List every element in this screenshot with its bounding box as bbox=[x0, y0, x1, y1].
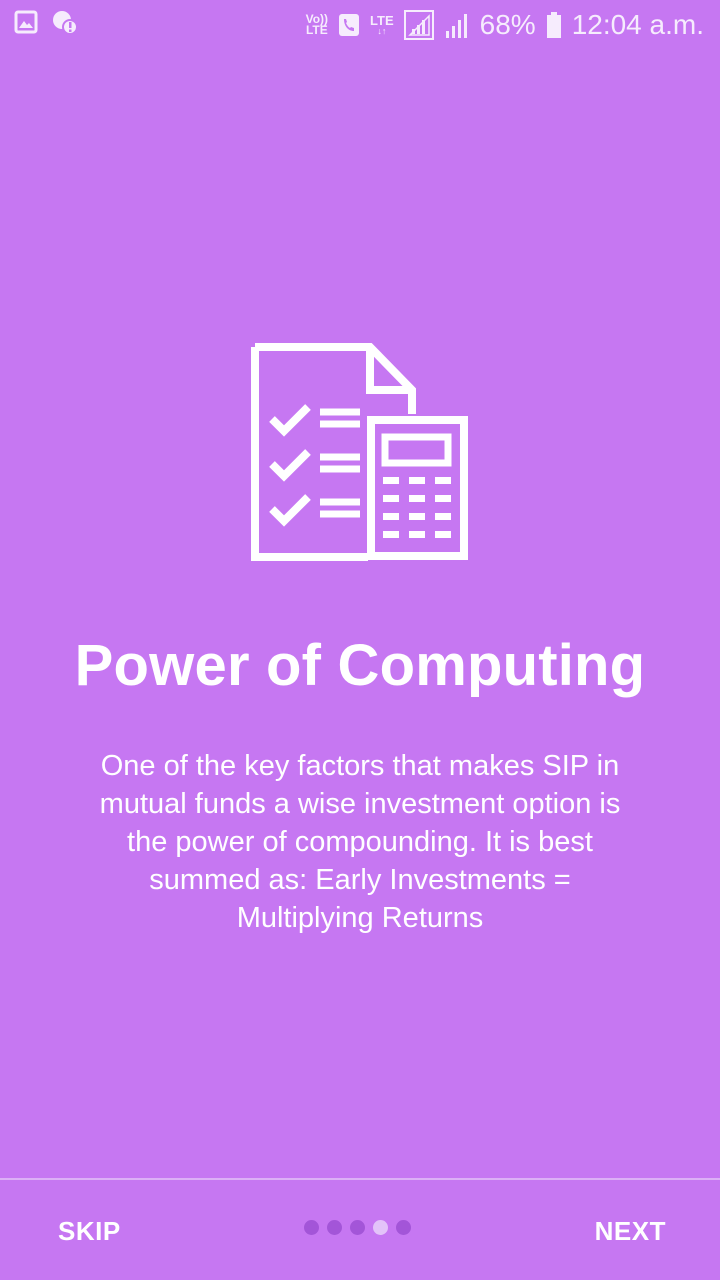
gallery-notification-icon bbox=[14, 10, 38, 36]
page-indicator bbox=[304, 1220, 411, 1235]
checklist-calculator-icon bbox=[250, 342, 470, 562]
data-arrows-icon: ↓↑ bbox=[377, 25, 387, 36]
skip-button[interactable]: SKIP bbox=[58, 1216, 121, 1247]
page-dot-4 bbox=[373, 1220, 388, 1235]
clock: 12:04 a.m. bbox=[571, 9, 704, 40]
page-dot-5 bbox=[396, 1220, 411, 1235]
footer-divider bbox=[0, 1178, 720, 1180]
status-bar: Vo)) LTE LTE ↓↑ 68% 12:04 a.m. bbox=[0, 0, 720, 50]
signal-sim2-icon bbox=[444, 11, 470, 39]
wifi-call-icon bbox=[338, 13, 360, 37]
page-dot-2 bbox=[327, 1220, 342, 1235]
signal-sim1-icon bbox=[403, 10, 434, 40]
lte-label-wrap: LTE ↓↑ bbox=[370, 12, 394, 36]
page-title: Power of Computing bbox=[74, 633, 646, 698]
page-dot-3 bbox=[350, 1220, 365, 1235]
battery-icon bbox=[546, 11, 562, 39]
alert-notification-icon bbox=[52, 10, 78, 36]
lte-label: LTE bbox=[370, 12, 394, 28]
battery-percent: 68% bbox=[479, 9, 536, 40]
volte-indicator: Vo)) LTE bbox=[305, 12, 329, 37]
next-button[interactable]: NEXT bbox=[595, 1216, 666, 1247]
page-description: One of the key factors that makes SIP in… bbox=[99, 750, 621, 934]
page-dot-1 bbox=[304, 1220, 319, 1235]
